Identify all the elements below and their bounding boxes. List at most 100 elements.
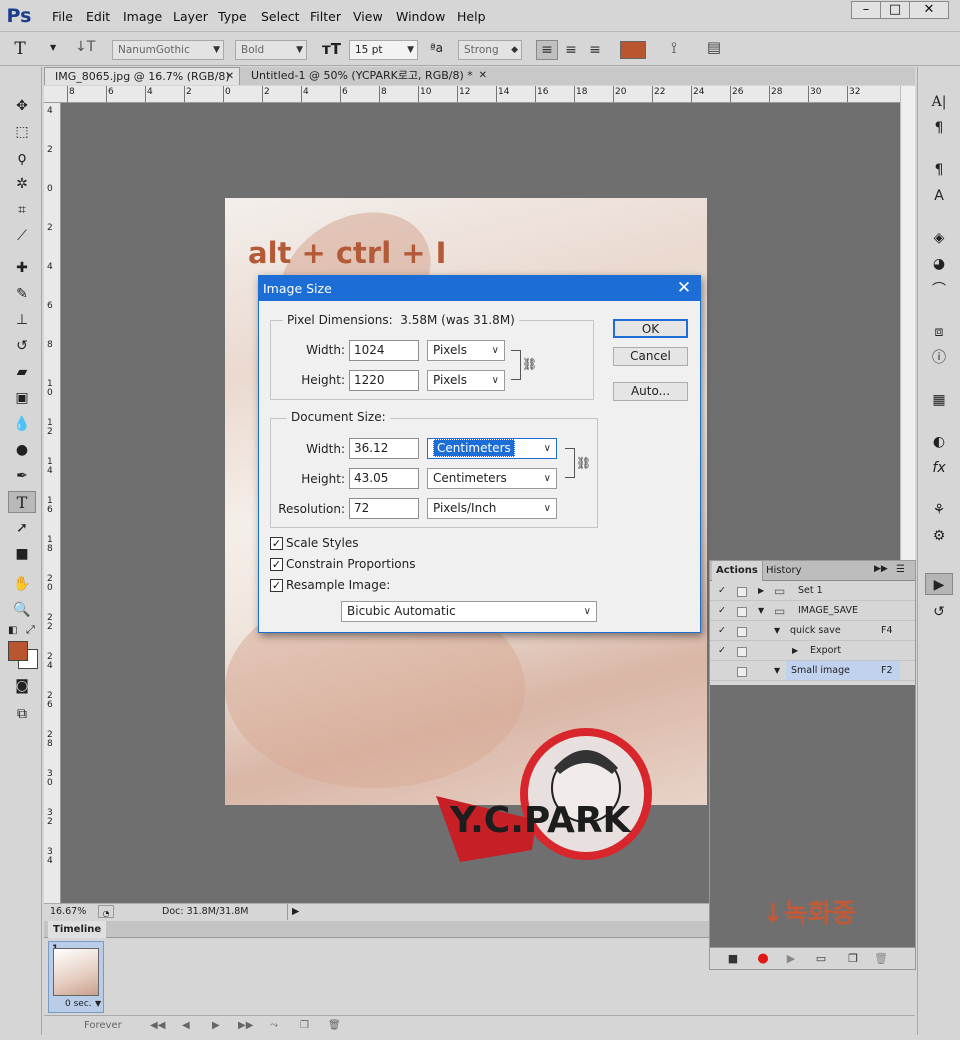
pen-tool-icon[interactable]: ✒ xyxy=(8,465,36,487)
status-options-icon[interactable]: ◔ xyxy=(98,905,114,918)
frame-delay[interactable]: 0 sec. xyxy=(65,999,92,1009)
dialog-toggle[interactable] xyxy=(737,627,747,637)
zoom-level[interactable]: 16.67% xyxy=(50,904,86,919)
path-select-tool-icon[interactable]: ➚ xyxy=(8,517,36,539)
history-brush-tool-icon[interactable]: ↺ xyxy=(8,335,36,357)
constrain-proportions-checkbox[interactable]: ✓ xyxy=(270,558,283,571)
paragraph-styles-icon[interactable]: ¶ xyxy=(925,159,953,181)
character-styles-icon[interactable]: A xyxy=(925,185,953,207)
doc-height-field[interactable]: 43.05 xyxy=(349,468,419,489)
next-frame-icon[interactable]: ▶▶ xyxy=(238,1020,253,1031)
preset-dropdown-arrow[interactable]: ▼ xyxy=(50,43,56,52)
status-menu-arrow[interactable]: ▶ xyxy=(287,904,299,920)
dialog-toggle[interactable] xyxy=(737,607,747,617)
pixel-width-field[interactable]: 1024 xyxy=(349,340,419,361)
ok-button[interactable]: OK xyxy=(613,319,688,338)
expand-triangle-icon[interactable]: ▼ xyxy=(774,661,780,681)
paths-icon[interactable]: ⌒ xyxy=(925,279,953,301)
action-row-export[interactable]: ✓ ▶ Export xyxy=(710,641,915,661)
chevron-down-icon[interactable]: ▼ xyxy=(95,999,101,1008)
resample-image-checkbox[interactable]: ✓ xyxy=(270,579,283,592)
healing-brush-tool-icon[interactable]: ✚ xyxy=(8,257,36,279)
tab-img-8065[interactable]: IMG_8065.jpg @ 16.7% (RGB/8) ✕ xyxy=(44,67,240,85)
new-action-icon[interactable]: ❐ xyxy=(844,951,862,967)
record-icon[interactable]: ● xyxy=(754,951,772,967)
quick-mask-icon[interactable]: ◙ xyxy=(8,675,36,697)
menu-file[interactable]: File xyxy=(52,9,73,24)
blur-tool-icon[interactable]: 💧 xyxy=(8,413,36,435)
first-frame-icon[interactable]: ◀◀ xyxy=(150,1020,165,1031)
tab-actions[interactable]: Actions xyxy=(712,561,763,581)
cancel-button[interactable]: Cancel xyxy=(613,347,688,366)
tab-untitled-1[interactable]: Untitled-1 @ 50% (YCPARK로고, RGB/8) * ✕ xyxy=(241,67,495,85)
dodge-tool-icon[interactable]: ● xyxy=(8,439,36,461)
panel-menu-icon[interactable]: ☰ xyxy=(896,564,905,575)
maximize-button[interactable]: □ xyxy=(880,1,910,19)
rectangle-tool-icon[interactable]: ■ xyxy=(8,543,36,565)
stop-icon[interactable]: ■ xyxy=(724,951,742,967)
doc-width-unit-select[interactable]: Centimeters ∨ xyxy=(427,438,557,459)
font-style-select[interactable]: Bold ▼ xyxy=(235,40,307,60)
toggle-check-icon[interactable]: ✓ xyxy=(718,621,726,641)
close-icon[interactable]: ✕ xyxy=(479,67,487,85)
marquee-tool-icon[interactable]: ⬚ xyxy=(8,121,36,143)
paragraph-icon[interactable]: ¶ xyxy=(925,117,953,139)
menu-select[interactable]: Select xyxy=(261,9,300,24)
gradient-tool-icon[interactable]: ▣ xyxy=(8,387,36,409)
adjustments-icon[interactable]: ◐ xyxy=(925,431,953,453)
close-window-button[interactable]: ✕ xyxy=(909,1,949,19)
minimize-button[interactable]: – xyxy=(851,1,881,19)
swap-colors-icon[interactable]: ⤢ xyxy=(26,623,35,637)
layers-icon[interactable]: ◈ xyxy=(925,227,953,249)
action-row-set-1[interactable]: ✓ ▶ ▭ Set 1 xyxy=(710,581,915,601)
doc-height-unit-select[interactable]: Centimeters ∨ xyxy=(427,468,557,489)
history-icon[interactable]: ↺ xyxy=(925,601,953,623)
hand-tool-icon[interactable]: ✋ xyxy=(8,573,36,595)
tab-history[interactable]: History xyxy=(762,561,806,581)
toggle-check-icon[interactable]: ✓ xyxy=(718,601,726,621)
action-row-quick-save[interactable]: ✓ ▼ quick save F4 xyxy=(710,621,915,641)
resolution-unit-select[interactable]: Pixels/Inch ∨ xyxy=(427,498,557,519)
resolution-field[interactable]: 72 xyxy=(349,498,419,519)
text-color-swatch[interactable] xyxy=(620,41,646,59)
menu-edit[interactable]: Edit xyxy=(86,9,110,24)
expand-triangle-icon[interactable]: ▶ xyxy=(758,581,764,601)
dialog-toggle[interactable] xyxy=(737,647,747,657)
trash-icon[interactable]: 🗑 xyxy=(328,1020,341,1031)
expand-triangle-icon[interactable]: ▼ xyxy=(758,601,764,621)
styles-icon[interactable]: fx xyxy=(925,457,953,479)
screen-mode-icon[interactable]: ⧉ xyxy=(8,703,36,725)
dialog-toggle[interactable] xyxy=(737,587,747,597)
align-right-button[interactable]: ≡ xyxy=(584,40,606,60)
action-row-small-image[interactable]: ▼ Small image F2 xyxy=(710,661,915,681)
scale-styles-checkbox[interactable]: ✓ xyxy=(270,537,283,550)
clone-stamp-tool-icon[interactable]: ⊥ xyxy=(8,309,36,331)
toggle-check-icon[interactable]: ✓ xyxy=(718,581,726,601)
close-icon[interactable]: ✕ xyxy=(226,68,234,86)
timeline-frame[interactable]: 1 0 sec. ▼ xyxy=(48,941,104,1013)
tool-presets-icon[interactable]: ⚙ xyxy=(925,525,953,547)
eraser-tool-icon[interactable]: ▰ xyxy=(8,361,36,383)
antialias-select[interactable]: Strong ◆ xyxy=(458,40,522,60)
action-row-image-save[interactable]: ✓ ▼ ▭ IMAGE_SAVE xyxy=(710,601,915,621)
brush-presets-icon[interactable]: ⚘ xyxy=(925,499,953,521)
type-tool-icon[interactable]: T xyxy=(8,491,36,513)
warp-text-icon[interactable]: ⟟ xyxy=(662,38,686,62)
menu-view[interactable]: View xyxy=(353,9,383,24)
eyedropper-tool-icon[interactable]: ⟋ xyxy=(8,225,36,247)
type-tool-preset[interactable]: T xyxy=(6,38,34,60)
align-left-button[interactable]: ≡ xyxy=(536,40,558,60)
default-colors-icon[interactable]: ◧ xyxy=(8,625,17,636)
brush-tool-icon[interactable]: ✎ xyxy=(8,283,36,305)
doc-width-field[interactable]: 36.12 xyxy=(349,438,419,459)
align-center-button[interactable]: ≡ xyxy=(560,40,582,60)
menu-image[interactable]: Image xyxy=(123,9,162,24)
tween-icon[interactable]: ⤳ xyxy=(270,1020,278,1031)
font-size-select[interactable]: 15 pt ▼ xyxy=(349,40,418,60)
orientation-toggle-icon[interactable]: ↓T xyxy=(75,39,95,61)
pixel-height-unit-select[interactable]: Pixels ∨ xyxy=(427,370,505,391)
timeline-tab[interactable]: Timeline xyxy=(48,921,107,938)
expand-triangle-icon[interactable]: ▼ xyxy=(774,621,780,641)
foreground-color-swatch[interactable] xyxy=(8,641,28,661)
toggle-check-icon[interactable]: ✓ xyxy=(718,641,726,661)
